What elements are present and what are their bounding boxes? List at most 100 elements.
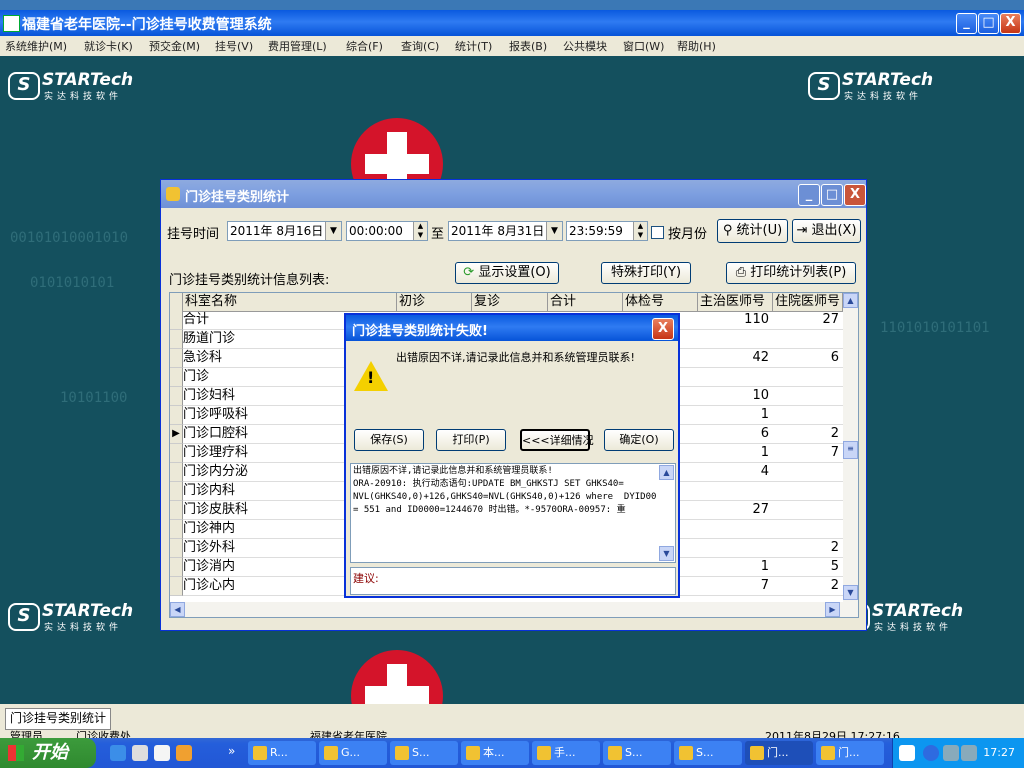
quicklaunch-more-icon[interactable]: » [228,744,235,758]
row-indicator[interactable] [170,368,183,387]
taskbar-button[interactable]: S... [603,741,671,765]
print-list-button[interactable]: ⎙ 打印统计列表(P) [726,262,856,284]
menu-public[interactable]: 公共模块 [563,38,607,54]
scroll-down-icon[interactable]: ▼ [843,585,858,600]
row-indicator[interactable] [170,482,183,501]
stat-button[interactable]: ⚲ 统计(U) [717,219,788,243]
print-button[interactable]: 打印(P) [436,429,506,451]
error-dialog: 门诊挂号类别统计失败! X ! 出错原因不详,请记录此信息并和系统管理员联系! … [344,313,680,598]
row-indicator[interactable] [170,577,183,596]
menu-card[interactable]: 就诊卡(K) [84,38,133,54]
from-date-picker[interactable]: 2011年 8月16日 ▼ [227,221,342,241]
exit-button[interactable]: ⇥ 退出(X) [792,219,861,243]
menu-help[interactable]: 帮助(H) [677,38,716,54]
start-button[interactable]: 开始 [0,738,96,768]
menu-fees[interactable]: 费用管理(L) [268,38,327,54]
row-indicator[interactable] [170,406,183,425]
spinner-icon[interactable]: ▲ ▼ [633,222,647,240]
scroll-thumb[interactable]: ≡ [843,441,858,459]
quicklaunch-icon[interactable] [132,745,148,761]
col-exam[interactable]: 体检号 [623,293,698,311]
restore-button[interactable]: □ [978,13,999,34]
stats-dialog-title-bar[interactable]: 门诊挂号类别统计 _ □ X [161,180,866,208]
col-revisit[interactable]: 复诊 [472,293,548,311]
close-button[interactable]: X [1000,13,1021,34]
row-indicator[interactable] [170,463,183,482]
taskbar-button[interactable]: 门... [745,741,813,765]
dialog-maximize-button[interactable]: □ [821,184,843,206]
keyboard-icon[interactable] [899,745,915,761]
main-title-bar[interactable]: 福建省老年医院--门诊挂号收费管理系统 _ □ X [0,10,1024,36]
advice-field[interactable]: 建议: [350,567,676,595]
detail-button[interactable]: <<<详细情况 [520,429,594,451]
tray-expand-icon[interactable] [923,745,939,761]
taskbar-button[interactable]: R... [248,741,316,765]
scroll-right-icon[interactable]: ▶ [825,602,840,617]
spinner-icon[interactable]: ▲ ▼ [413,222,427,240]
special-print-button[interactable]: 特殊打印(Y) [601,262,691,284]
error-title-bar[interactable]: 门诊挂号类别统计失败! [346,315,678,341]
taskbar-button[interactable]: 本... [461,741,529,765]
display-settings-button[interactable]: ⟳ 显示设置(O) [455,262,559,284]
minimize-button[interactable]: _ [956,13,977,34]
network-icon[interactable] [943,745,959,761]
save-button[interactable]: 保存(S) [354,429,424,451]
from-time-field[interactable]: 00:00:00 ▲ ▼ [346,221,428,241]
dialog-minimize-button[interactable]: _ [798,184,820,206]
grid-vscroll[interactable]: ▲ ≡ ▼ [843,293,858,617]
row-indicator[interactable] [170,501,183,520]
error-message: 出错原因不详,请记录此信息并和系统管理员联系! [396,351,635,364]
menu-register[interactable]: 挂号(V) [215,38,253,54]
table-cell: 1 [698,406,773,425]
row-indicator[interactable]: ▶ [170,425,183,444]
row-indicator[interactable] [170,558,183,577]
error-close-button[interactable]: X [652,318,674,340]
to-time-field[interactable]: 23:59:59 ▲ ▼ [566,221,648,241]
network-icon[interactable] [961,745,977,761]
to-date-picker[interactable]: 2011年 8月31日 ▼ [448,221,563,241]
menu-stats[interactable]: 统计(T) [455,38,492,54]
col-first-visit[interactable]: 初诊 [397,293,472,311]
dialog-close-button[interactable]: X [844,184,866,206]
detail-scroll-up-icon[interactable]: ▲ [659,465,674,480]
error-detail-text[interactable]: 出错原因不详,请记录此信息并和系统管理员联系! ORA-20910: 执行动态语… [350,463,676,563]
taskbar-button[interactable]: G... [319,741,387,765]
mdi-tab-stats[interactable]: 门诊挂号类别统计 [5,708,112,730]
detail-scroll-down-icon[interactable]: ▼ [659,546,674,561]
scroll-up-icon[interactable]: ▲ [843,293,858,308]
menu-query[interactable]: 查询(C) [401,38,439,54]
row-indicator[interactable] [170,520,183,539]
menu-deposit[interactable]: 预交金(M) [149,38,200,54]
ie-icon[interactable] [110,745,126,761]
dropdown-arrow-icon[interactable]: ▼ [325,222,341,240]
taskbar-button[interactable]: 门... [816,741,884,765]
menu-reports[interactable]: 报表(B) [509,38,547,54]
col-attending[interactable]: 主治医师号 [698,293,773,311]
menu-window[interactable]: 窗口(W) [623,38,664,54]
quicklaunch-icon[interactable] [154,745,170,761]
col-total[interactable]: 合计 [548,293,623,311]
quicklaunch-icon[interactable] [176,745,192,761]
taskbar-button[interactable]: 手... [532,741,600,765]
menu-system[interactable]: 系统维护(M) [5,38,67,54]
task-icon [608,746,622,760]
row-indicator[interactable] [170,444,183,463]
row-indicator[interactable] [170,539,183,558]
ok-button[interactable]: 确定(O) [604,429,674,451]
by-month-checkbox[interactable] [651,226,664,239]
grid-hscroll[interactable]: ◀ ▶ [170,602,843,617]
table-cell [773,482,843,501]
col-dept[interactable]: 科室名称 [183,293,397,311]
scroll-left-icon[interactable]: ◀ [170,602,185,617]
logo-s-icon: S [8,72,40,100]
dropdown-arrow-icon[interactable]: ▼ [546,222,562,240]
row-indicator[interactable] [170,330,183,349]
table-cell [698,482,773,501]
row-indicator[interactable] [170,387,183,406]
taskbar-button[interactable]: S... [390,741,458,765]
col-resident[interactable]: 住院医师号 [773,293,843,311]
taskbar-button[interactable]: S... [674,741,742,765]
menu-general[interactable]: 综合(F) [346,38,383,54]
row-indicator[interactable] [170,311,183,330]
row-indicator[interactable] [170,349,183,368]
